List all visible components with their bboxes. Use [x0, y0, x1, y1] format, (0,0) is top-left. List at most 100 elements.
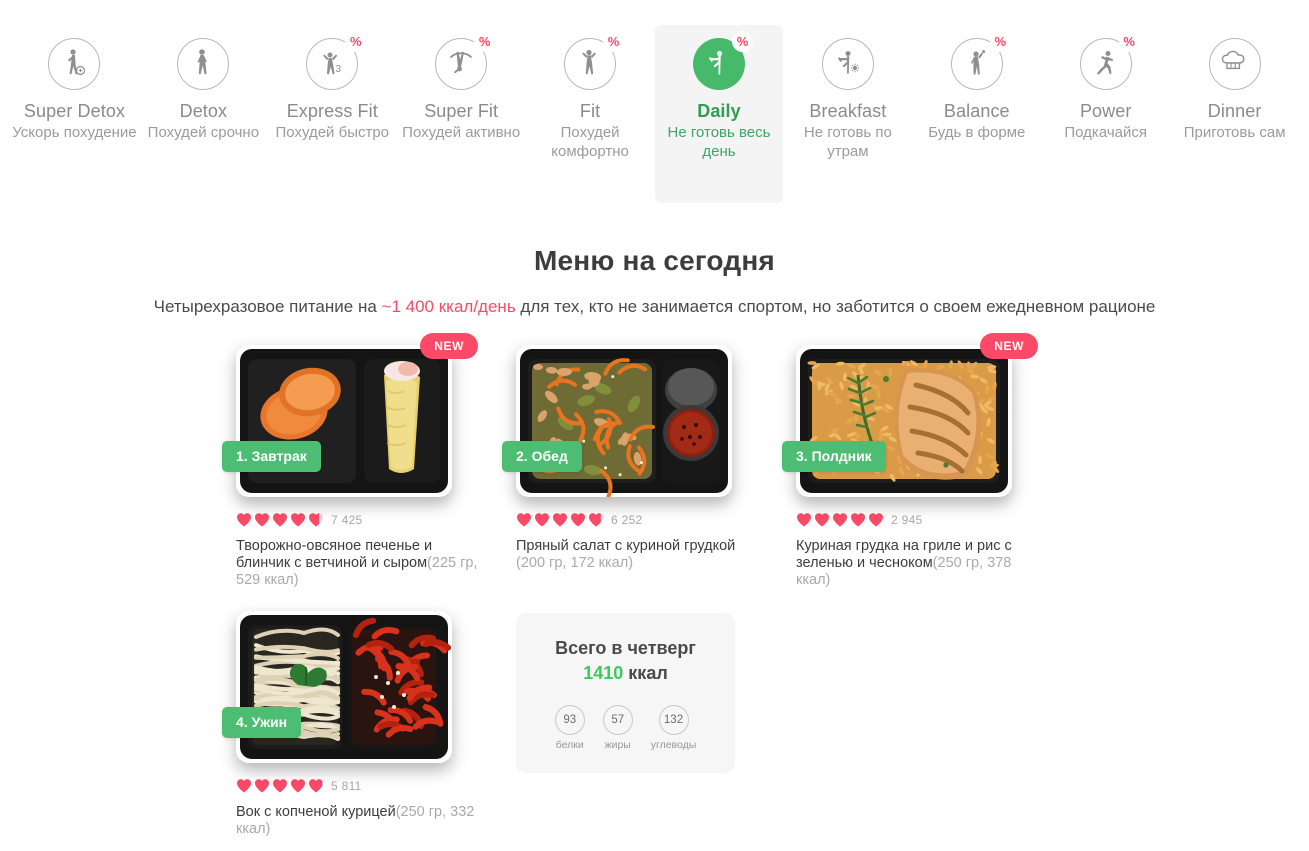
heart-icon	[273, 513, 287, 527]
heart-icon	[535, 513, 549, 527]
meal-card[interactable]: 2. Обед 6 252 Пряный салат с куриной гру…	[502, 345, 788, 589]
rating-count: 5 811	[331, 779, 362, 793]
rating-row: 7 425	[236, 511, 508, 529]
tab-subtitle: Похудей активно	[402, 124, 521, 141]
subtitle-after: для тех, кто не занимается спортом, но з…	[515, 297, 1156, 316]
breakfast-cookies-pancake	[236, 345, 452, 497]
heart-icon	[797, 513, 811, 527]
heart-icon	[237, 513, 251, 527]
page-subtitle: Четырехразовое питание на ~1 400 ккал/де…	[135, 295, 1175, 319]
page-title: Меню на сегодня	[534, 245, 775, 276]
meal-order-badge: 2. Обед	[502, 441, 582, 472]
meal-card-grid: NEW 1. Завтрак 7 425 Творожно-овсяное пе…	[222, 333, 1309, 838]
discount-percent-badge: %	[345, 31, 367, 52]
discount-percent-badge: %	[989, 31, 1011, 52]
tab-icon-wrap: 3 %	[306, 31, 367, 90]
tab-breakfast[interactable]: Breakfast Не готовь по утрам	[783, 25, 912, 161]
tab-title: Detox	[179, 101, 228, 121]
macro-label: жиры	[604, 739, 631, 751]
tab-power[interactable]: % Power Подкачайся	[1041, 25, 1170, 142]
tab-title: Dinner	[1207, 101, 1262, 121]
rating-count: 6 252	[611, 513, 643, 527]
chef-hat-icon	[1208, 38, 1261, 90]
tab-icon-wrap	[48, 38, 101, 90]
tab-icon-wrap	[1208, 38, 1261, 90]
daily-summary-box: Всего в четверг 1410 ккал 93 белки 57 жи…	[516, 613, 735, 773]
meal-photo[interactable]: NEW 1. Завтрак	[222, 333, 478, 497]
heart-icon	[851, 513, 865, 527]
tab-balance[interactable]: % Balance Будь в форме	[912, 25, 1041, 142]
heart-icon	[869, 513, 883, 527]
heart-icon	[589, 513, 603, 527]
tab-subtitle: Похудей быстро	[275, 124, 390, 141]
heart-icon	[815, 513, 829, 527]
macro-value: 57	[602, 705, 633, 735]
subtitle-kcal-highlight: ~1 400 ккал/день	[381, 297, 516, 316]
svg-text:3: 3	[336, 64, 342, 75]
rating-count: 2 945	[891, 513, 923, 527]
meal-name: Куриная грудка на гриле и рис с зеленью …	[796, 538, 1046, 589]
meal-title-text: Творожно-овсяное печенье и блинчик с вет…	[236, 538, 433, 571]
meal-card[interactable]: NEW 1. Завтрак 7 425 Творожно-овсяное пе…	[222, 333, 508, 589]
tab-subtitle: Похудей комфортно	[551, 124, 629, 160]
macros-row: 93 белки 57 жиры 132 углеводы	[554, 705, 697, 751]
meal-photo[interactable]: NEW 3. Полдник	[782, 333, 1038, 497]
tab-title: Super Detox	[23, 101, 126, 121]
tab-dinner[interactable]: Dinner Приготовь сам	[1170, 25, 1299, 142]
macro-label: углеводы	[650, 739, 697, 751]
menu-section-header: Меню на сегодня Четырехразовое питание н…	[0, 245, 1309, 319]
tab-fit[interactable]: % Fit Похудей комфортно	[526, 25, 655, 161]
heart-rating[interactable]	[796, 512, 884, 528]
rating-count: 7 425	[331, 513, 363, 527]
discount-percent-badge: %	[603, 31, 625, 52]
program-tabs: Super Detox Ускорь похудение Detox Похуд…	[0, 0, 1309, 205]
meal-card[interactable]: 4. Ужин 5 811 Вок с копченой курицей(250…	[222, 611, 508, 838]
summary-title: Всего в четверг	[555, 638, 696, 658]
discount-percent-badge: %	[1118, 31, 1140, 52]
heart-rating[interactable]	[516, 512, 604, 528]
tab-title: Daily	[697, 101, 741, 121]
rating-row: 5 811	[236, 777, 508, 795]
tab-detox[interactable]: Detox Похудей срочно	[139, 25, 268, 142]
tab-super-detox[interactable]: Super Detox Ускорь похудение	[10, 25, 139, 142]
heart-icon	[571, 513, 585, 527]
meal-title-text: Пряный салат с куриной грудкой	[516, 538, 736, 554]
meal-title-text: Вок с копченой курицей	[236, 804, 396, 820]
heart-icon	[237, 779, 251, 793]
heart-icon	[309, 513, 323, 527]
meal-photo[interactable]: 2. Обед	[502, 345, 732, 497]
heart-rating[interactable]	[236, 778, 324, 794]
tab-title: Power	[1079, 101, 1132, 121]
daily-summary-cell: Всего в четверг 1410 ккал 93 белки 57 жи…	[516, 611, 788, 838]
discount-percent-badge: %	[731, 31, 753, 52]
meal-card[interactable]: NEW 3. Полдник 2 945 Куриная грудка на г…	[782, 333, 1068, 589]
heart-icon	[273, 779, 287, 793]
heart-icon	[517, 513, 531, 527]
tab-icon-wrap: %	[1079, 31, 1140, 90]
tab-icon-wrap: %	[950, 31, 1011, 90]
macro-item: 132 углеводы	[650, 705, 697, 751]
tab-subtitle: Приготовь сам	[1183, 124, 1286, 141]
macro-item: 57 жиры	[602, 705, 633, 751]
tab-icon-wrap	[821, 38, 874, 90]
tab-daily[interactable]: % Daily Не готовь весь день	[654, 25, 784, 203]
meal-order-badge: 1. Завтрак	[222, 441, 321, 472]
dinner-wok-smoked-chicken	[236, 611, 452, 763]
meal-order-badge: 4. Ужин	[222, 707, 302, 738]
tab-icon-wrap: %	[692, 31, 753, 90]
subtitle-before: Четырехразовое питание на	[153, 297, 382, 316]
heart-rating[interactable]	[236, 512, 324, 528]
tab-express-fit[interactable]: 3 % Express Fit Похудей быстро	[268, 25, 397, 142]
heart-icon	[309, 779, 323, 793]
meal-order-badge: 3. Полдник	[782, 441, 886, 472]
tab-title: Breakfast	[809, 101, 887, 121]
new-badge: NEW	[420, 333, 478, 359]
macro-item: 93 белки	[554, 705, 585, 751]
heart-icon	[833, 513, 847, 527]
meal-photo[interactable]: 4. Ужин	[222, 611, 452, 763]
tab-subtitle: Ускорь похудение	[12, 124, 137, 141]
rating-row: 6 252	[516, 511, 788, 529]
tab-icon-wrap: %	[435, 31, 496, 90]
tab-super-fit[interactable]: % Super Fit Похудей активно	[397, 25, 526, 142]
heart-icon	[553, 513, 567, 527]
